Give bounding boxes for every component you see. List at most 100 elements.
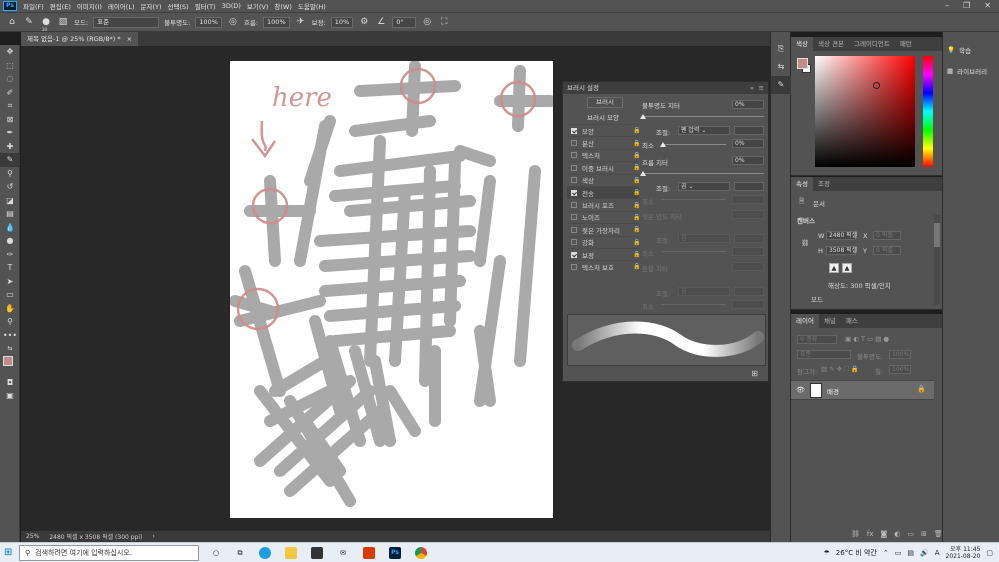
office-icon[interactable]	[363, 547, 375, 559]
maximize-icon[interactable]: ❐	[963, 0, 970, 12]
brush-setting-row[interactable]: 전송 🔒	[567, 185, 640, 199]
adjustment-layer-icon[interactable]: ◐	[894, 530, 900, 538]
edge-icon[interactable]	[259, 547, 271, 559]
checkbox[interactable]	[571, 214, 577, 221]
tab-paths[interactable]: 패스	[841, 314, 863, 328]
tab-gradients[interactable]: 그레이디언트	[849, 37, 895, 51]
status-arrow-icon[interactable]: ›	[152, 533, 154, 540]
ime-indicator[interactable]: A	[935, 549, 940, 557]
brush-setting-row[interactable]: 텍스처 보호 🔒	[567, 260, 640, 272]
brush-setting-row[interactable]: 강화 🔒	[567, 235, 640, 248]
tab-channels[interactable]: 채널	[819, 314, 841, 328]
menu-3d[interactable]: 3D(D)	[219, 2, 244, 10]
layer-name[interactable]: 배경	[827, 386, 839, 396]
frame-tool-icon[interactable]: ⊠	[0, 113, 20, 127]
history-brush-tool-icon[interactable]: ↺	[0, 180, 20, 194]
pen-tool-icon[interactable]: ✑	[0, 248, 20, 262]
control-select-1[interactable]: 펜 압력 ⌄	[678, 126, 730, 135]
quick-mask-icon[interactable]: ◘	[0, 376, 20, 390]
menu-select[interactable]: 선택(S)	[165, 1, 192, 11]
move-tool-icon[interactable]: ✥	[0, 45, 20, 59]
airbrush-icon[interactable]: ✈	[295, 16, 307, 28]
screen-mode-icon[interactable]: ▣	[0, 389, 20, 403]
chrome-icon[interactable]	[415, 547, 427, 559]
file-explorer-icon[interactable]	[285, 547, 297, 559]
flow-jitter-slider[interactable]	[642, 173, 764, 174]
link-icon[interactable]: ⛓	[801, 239, 809, 247]
angle-input[interactable]: 0°	[392, 16, 417, 28]
opacity-jitter-value[interactable]: 0%	[732, 100, 764, 109]
zoom-tool-icon[interactable]: ⚲	[0, 315, 20, 329]
lock-icon[interactable]: 🔒	[633, 189, 640, 196]
mail-icon[interactable]: ✉	[337, 547, 349, 559]
brush-tip-shape-header[interactable]: 브러시 모양	[587, 112, 639, 124]
control-select-2[interactable]: 끔 ⌄	[678, 182, 730, 191]
opacity-jitter-slider[interactable]	[642, 116, 764, 117]
task-view-icon[interactable]: ⧉	[234, 547, 246, 559]
lock-icon[interactable]: 🔒	[633, 263, 640, 270]
document-info[interactable]: 2480 픽셀 x 3508 픽셀 (300 ppi)	[49, 532, 142, 541]
brush-setting-row[interactable]: 노이즈 🔒	[567, 210, 640, 223]
volume-icon[interactable]: 🔊	[920, 549, 929, 557]
height-input[interactable]: 3508 픽셀	[826, 246, 857, 255]
flow-jitter-knob[interactable]	[640, 171, 646, 176]
gear-icon[interactable]: ⚙	[358, 16, 370, 28]
network-icon[interactable]: ▤	[907, 549, 914, 557]
tray-overflow-icon[interactable]: ⌃	[883, 549, 889, 557]
minimum-slider-1[interactable]	[662, 144, 726, 145]
brush-setting-row[interactable]: 텍스처 🔒	[567, 148, 640, 161]
smoothing-input[interactable]: 10%	[330, 16, 354, 28]
brush-settings-toggle-icon[interactable]: ▨	[57, 16, 69, 28]
brush-setting-row[interactable]: 브러시 포즈 🔒	[567, 198, 640, 210]
lock-icon[interactable]: 🔒	[633, 177, 640, 184]
layer-filter-icons[interactable]: ▣ ◐ T ▭ ▤ ●	[845, 335, 889, 343]
checkbox[interactable]	[571, 140, 577, 147]
pressure-size-icon[interactable]: ◎	[421, 16, 433, 28]
color-swatches[interactable]	[0, 355, 19, 376]
menu-view[interactable]: 보기(V)	[244, 1, 271, 11]
brush-setting-row[interactable]: 이중 브러시 🔒	[567, 161, 640, 173]
notifications-icon[interactable]: ▢	[986, 549, 993, 557]
brush-setting-row[interactable]: 분산 🔒	[567, 136, 640, 148]
quick-select-tool-icon[interactable]: ✐	[0, 86, 20, 100]
dodge-tool-icon[interactable]: ●	[0, 234, 20, 248]
brush-setting-row[interactable]: 모양 🔒	[567, 124, 640, 136]
lock-icon[interactable]: 🔒	[633, 202, 640, 209]
layer-row[interactable]: 👁 배경 🔒	[791, 380, 934, 400]
fx-icon[interactable]: fx	[867, 530, 874, 538]
lock-icon[interactable]: 🔒	[633, 152, 640, 159]
menu-file[interactable]: 파일(F)	[20, 1, 47, 11]
tab-layers[interactable]: 레이어	[791, 314, 819, 328]
checkbox[interactable]	[571, 164, 577, 171]
blend-mode-select[interactable]: 표준	[797, 350, 851, 359]
saturation-brightness-field[interactable]	[815, 56, 915, 167]
fill-input[interactable]: 100%	[889, 365, 911, 374]
crop-tool-icon[interactable]: ⌗	[0, 99, 20, 113]
checkbox[interactable]	[571, 189, 577, 196]
zoom-level[interactable]: 25%	[26, 533, 39, 540]
checkbox[interactable]	[571, 239, 577, 246]
layer-kind-filter[interactable]: ⚲ 종류	[797, 335, 837, 344]
home-icon[interactable]: ⌂	[6, 16, 18, 28]
brush-setting-row[interactable]: 보정 🔒	[567, 247, 640, 260]
rectangle-tool-icon[interactable]: ▭	[0, 288, 20, 302]
brush-tool-icon[interactable]: ✎	[0, 153, 20, 167]
eye-icon[interactable]: 👁	[796, 386, 805, 394]
properties-scrollbar[interactable]	[934, 215, 940, 305]
document-canvas[interactable]: here	[230, 61, 553, 518]
foreground-swatch[interactable]	[797, 58, 808, 69]
lock-icon[interactable]: 🔒	[633, 164, 640, 171]
color-picker-cursor[interactable]	[873, 82, 880, 89]
opacity-jitter-knob[interactable]	[640, 114, 646, 119]
link-layers-icon[interactable]: ⛓	[851, 530, 860, 538]
clone-stamp-tool-icon[interactable]: ⚲	[0, 167, 20, 181]
cortana-icon[interactable]: ○	[210, 547, 222, 559]
menu-window[interactable]: 창(W)	[271, 1, 294, 11]
symmetry-icon[interactable]: ⛶	[438, 16, 450, 28]
menu-filter[interactable]: 필터(T)	[192, 1, 219, 11]
lock-icon[interactable]: 🔒	[633, 226, 640, 233]
menu-edit[interactable]: 편집(E)	[47, 1, 74, 11]
menu-type[interactable]: 문자(Y)	[138, 1, 165, 11]
orientation-landscape-icon[interactable]: ▲	[842, 263, 852, 273]
minimum-knob-1[interactable]	[660, 142, 666, 147]
